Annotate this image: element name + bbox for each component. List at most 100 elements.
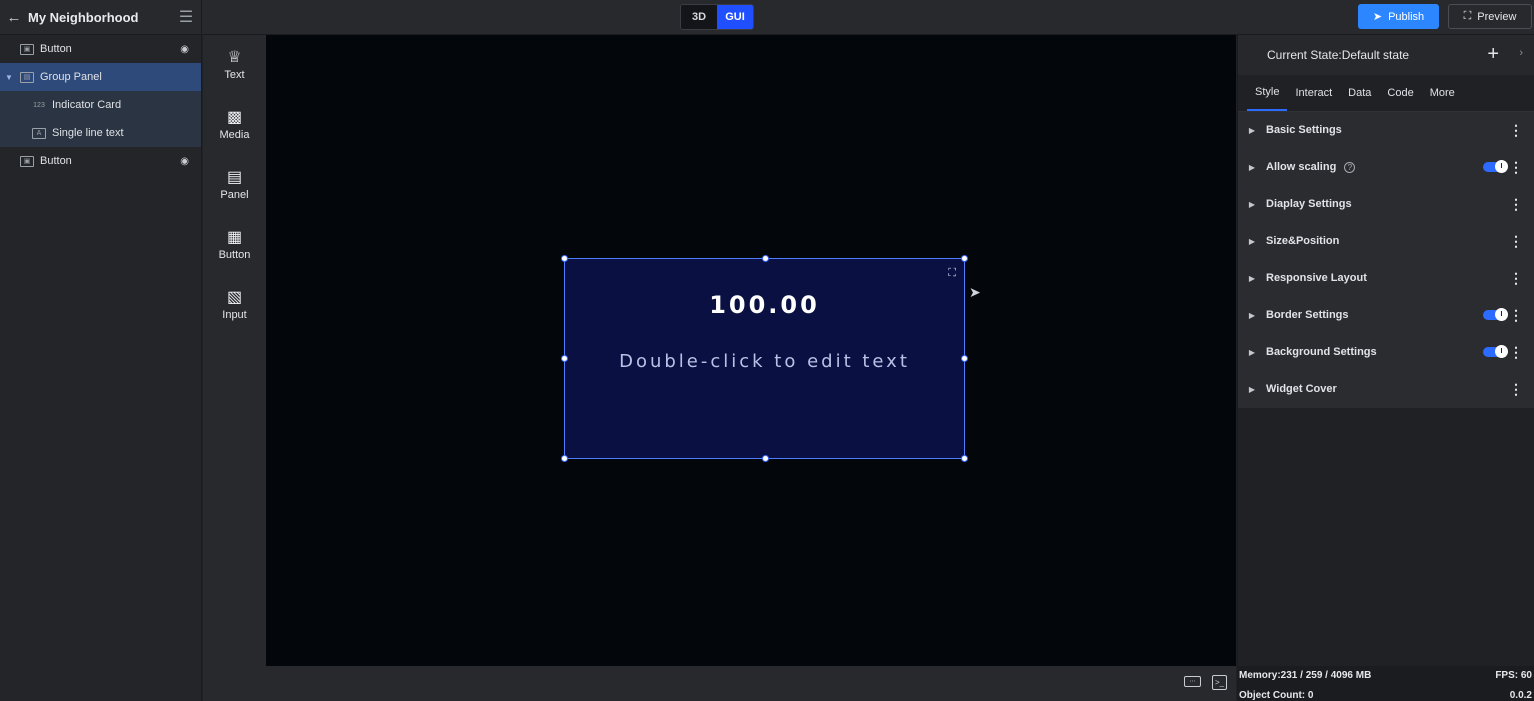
mode-switch: 3D GUI bbox=[680, 4, 754, 30]
more-vertical-icon[interactable]: ⋮ bbox=[1509, 122, 1523, 139]
mode-3d-button[interactable]: 3D bbox=[681, 5, 717, 29]
layer-tree: ▣ Button ◉ ▼ ▤ Group Panel 123 Indicator… bbox=[0, 35, 202, 701]
tab-more[interactable]: More bbox=[1422, 75, 1463, 111]
section-label: Border Settings bbox=[1266, 309, 1349, 321]
toggle-knob: I bbox=[1495, 160, 1508, 173]
expand-triangle-icon: ▶ bbox=[1248, 199, 1256, 209]
state-bar: Current State:Default state + › bbox=[1238, 35, 1534, 75]
section-label: Widget Cover bbox=[1266, 383, 1337, 395]
publish-button[interactable]: ➤ Publish bbox=[1358, 4, 1439, 29]
property-tabs: Style Interact Data Code More bbox=[1238, 75, 1534, 112]
palette-label: Input bbox=[222, 309, 247, 321]
section-size-position[interactable]: ▶ Size&Position ⋮ bbox=[1238, 223, 1534, 260]
number-icon: 123 bbox=[33, 101, 45, 109]
allow-scaling-toggle[interactable]: I bbox=[1483, 160, 1508, 173]
crown-icon: ♕ bbox=[227, 49, 242, 66]
mode-gui-button[interactable]: GUI bbox=[717, 5, 753, 29]
section-allow-scaling[interactable]: ▶ Allow scaling ? I ⋮ bbox=[1238, 149, 1534, 186]
panel-icon: ▤ bbox=[226, 169, 243, 186]
mouse-cursor-icon: ➤ bbox=[969, 284, 981, 300]
resize-handle[interactable] bbox=[561, 455, 568, 462]
indicator-card-widget[interactable]: ⛶ 100.00 Double-click to edit text bbox=[561, 255, 968, 462]
layer-item-button[interactable]: ▣ Button ◉ bbox=[0, 147, 201, 175]
hamburger-menu-icon[interactable]: ☰ bbox=[171, 7, 201, 27]
section-background-settings[interactable]: ▶ Background Settings I ⋮ bbox=[1238, 334, 1534, 371]
hidden-eye-icon[interactable]: ◉ bbox=[180, 156, 189, 167]
properties-panel: Current State:Default state + › Style In… bbox=[1237, 35, 1534, 666]
section-widget-cover[interactable]: ▶ Widget Cover ⋮ bbox=[1238, 371, 1534, 408]
expand-caret-icon[interactable]: ▼ bbox=[3, 73, 15, 82]
expand-triangle-icon: ▶ bbox=[1248, 125, 1256, 135]
expand-triangle-icon: ▶ bbox=[1248, 310, 1256, 320]
palette-input[interactable]: ▧ Input bbox=[203, 275, 266, 335]
terminal-icon[interactable]: >_ bbox=[1212, 675, 1227, 690]
back-arrow-icon[interactable]: ← bbox=[0, 9, 28, 26]
layer-item-single-line-text[interactable]: A Single line text bbox=[0, 119, 201, 147]
expand-triangle-icon: ▶ bbox=[1248, 273, 1256, 283]
expand-icon[interactable]: ⛶ bbox=[948, 267, 956, 280]
palette-label: Text bbox=[224, 69, 245, 81]
publish-label: Publish bbox=[1388, 10, 1425, 23]
top-bar: ← My Neighborhood ☰ 3D GUI ➤ Publish ⛶ P… bbox=[0, 0, 1534, 35]
expand-triangle-icon: ▶ bbox=[1248, 236, 1256, 246]
palette-media[interactable]: ▩ Media bbox=[203, 95, 266, 155]
background-toggle[interactable]: I bbox=[1483, 345, 1508, 358]
resize-handle[interactable] bbox=[762, 455, 769, 462]
resize-handle[interactable] bbox=[561, 255, 568, 262]
section-display-settings[interactable]: ▶ Diaplay Settings ⋮ bbox=[1238, 186, 1534, 223]
expand-triangle-icon: ▶ bbox=[1248, 162, 1256, 172]
text-layer-icon: A bbox=[32, 127, 46, 139]
design-canvas[interactable]: ⛶ 100.00 Double-click to edit text ➤ bbox=[266, 35, 1236, 666]
resize-handle[interactable] bbox=[961, 455, 968, 462]
resize-handle[interactable] bbox=[961, 255, 968, 262]
tab-style[interactable]: Style bbox=[1247, 75, 1288, 111]
more-vertical-icon[interactable]: ⋮ bbox=[1509, 233, 1523, 250]
component-palette: ♕ Text ▩ Media ▤ Panel ▦ Button ▧ Input bbox=[203, 35, 266, 701]
layer-item-indicator-card[interactable]: 123 Indicator Card bbox=[0, 91, 201, 119]
resize-handle[interactable] bbox=[762, 255, 769, 262]
map-icon: ▧ bbox=[226, 289, 243, 306]
section-responsive-layout[interactable]: ▶ Responsive Layout ⋮ bbox=[1238, 260, 1534, 297]
more-vertical-icon[interactable]: ⋮ bbox=[1509, 307, 1523, 324]
more-vertical-icon[interactable]: ⋮ bbox=[1509, 159, 1523, 176]
chevron-right-icon[interactable]: › bbox=[1519, 47, 1523, 59]
section-label: Diaplay Settings bbox=[1266, 198, 1352, 210]
section-basic-settings[interactable]: ▶ Basic Settings ⋮ bbox=[1238, 112, 1534, 149]
object-count: Object Count: 0 bbox=[1239, 690, 1314, 701]
send-icon: ➤ bbox=[1372, 11, 1383, 23]
fullscreen-icon: ⛶ bbox=[1463, 10, 1472, 22]
indicator-subtitle[interactable]: Double-click to edit text bbox=[565, 351, 964, 372]
layer-item-group-panel[interactable]: ▼ ▤ Group Panel bbox=[0, 63, 201, 91]
performance-stats: Memory:231 / 259 / 4096 MB Object Count:… bbox=[1237, 666, 1534, 701]
toggle-knob: I bbox=[1495, 308, 1508, 321]
palette-button[interactable]: ▦ Button bbox=[203, 215, 266, 275]
more-vertical-icon[interactable]: ⋮ bbox=[1509, 270, 1523, 287]
tab-code[interactable]: Code bbox=[1379, 75, 1421, 111]
add-state-icon[interactable]: + bbox=[1487, 43, 1499, 66]
preview-button[interactable]: ⛶ Preview bbox=[1448, 4, 1532, 29]
hidden-eye-icon[interactable]: ◉ bbox=[180, 44, 189, 55]
section-border-settings[interactable]: ▶ Border Settings I ⋮ bbox=[1238, 297, 1534, 334]
current-state[interactable]: Current State:Default state bbox=[1267, 48, 1409, 62]
button-layer-icon: ▣ bbox=[20, 43, 34, 55]
resize-handle[interactable] bbox=[561, 355, 568, 362]
expand-triangle-icon: ▶ bbox=[1248, 384, 1256, 394]
help-icon[interactable]: ? bbox=[1344, 161, 1356, 173]
border-toggle[interactable]: I bbox=[1483, 308, 1508, 321]
palette-label: Button bbox=[218, 249, 251, 261]
tab-data[interactable]: Data bbox=[1340, 75, 1379, 111]
bar-chart-icon: ▦ bbox=[226, 229, 243, 246]
more-vertical-icon[interactable]: ⋮ bbox=[1509, 196, 1523, 213]
more-vertical-icon[interactable]: ⋮ bbox=[1509, 381, 1523, 398]
layer-label: Button bbox=[40, 43, 72, 55]
keyboard-icon[interactable]: ⋯ bbox=[1184, 676, 1201, 687]
layer-item-button[interactable]: ▣ Button ◉ bbox=[0, 35, 201, 63]
tab-interact[interactable]: Interact bbox=[1287, 75, 1340, 111]
section-label: Basic Settings bbox=[1266, 124, 1342, 136]
layer-label: Button bbox=[40, 155, 72, 167]
more-vertical-icon[interactable]: ⋮ bbox=[1509, 344, 1523, 361]
palette-panel[interactable]: ▤ Panel bbox=[203, 155, 266, 215]
resize-handle[interactable] bbox=[961, 355, 968, 362]
palette-text[interactable]: ♕ Text bbox=[203, 35, 266, 95]
layer-label: Group Panel bbox=[40, 71, 102, 83]
